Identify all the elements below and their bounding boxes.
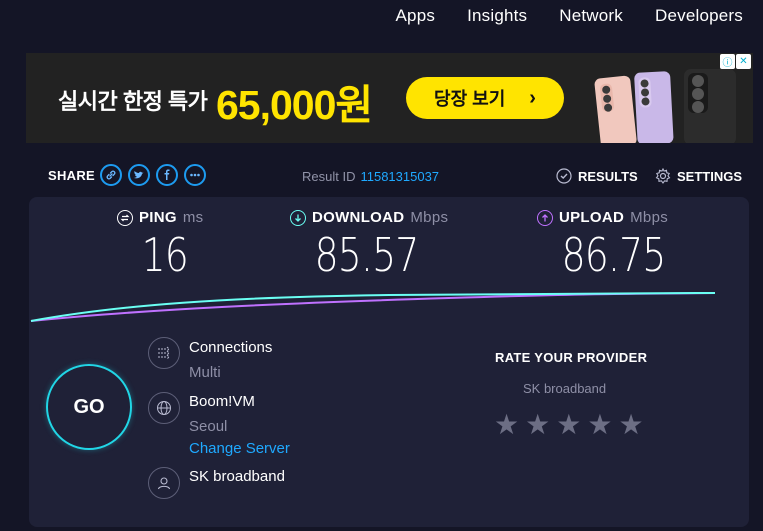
speedtest-page: Apps Insights Network Developers 실시간 한정 … bbox=[0, 0, 763, 531]
facebook-icon[interactable] bbox=[156, 164, 178, 186]
globe-icon bbox=[148, 392, 180, 424]
chevron-right-icon: › bbox=[529, 86, 536, 109]
rate-provider-name: SK broadband bbox=[523, 381, 607, 396]
speed-graph bbox=[30, 292, 716, 322]
nav-network[interactable]: Network bbox=[559, 6, 623, 26]
nav-developers[interactable]: Developers bbox=[655, 6, 743, 26]
rate-provider-title: RATE YOUR PROVIDER bbox=[495, 350, 648, 365]
upload-icon bbox=[537, 209, 553, 226]
ping-value: 16 bbox=[141, 228, 189, 282]
info-icon[interactable]: ⓘ bbox=[720, 54, 735, 69]
download-graph-line bbox=[30, 292, 716, 322]
check-circle-icon bbox=[556, 168, 572, 184]
server-location: Seoul bbox=[189, 418, 228, 435]
phone-violet bbox=[634, 71, 674, 143]
gear-icon bbox=[655, 168, 671, 184]
phone-black bbox=[684, 69, 736, 143]
phones-image bbox=[594, 69, 736, 143]
upload-metric: UPLOAD Mbps 86.75 bbox=[537, 209, 694, 282]
ping-unit: ms bbox=[182, 209, 204, 226]
ad-cta-label: 당장 보기 bbox=[434, 89, 506, 109]
download-value: 85.57 bbox=[314, 228, 420, 282]
phone-pink bbox=[594, 75, 637, 143]
twitter-icon[interactable] bbox=[128, 164, 150, 186]
star-icon[interactable]: ★ bbox=[587, 411, 612, 439]
settings-button[interactable]: SETTINGS bbox=[655, 168, 742, 184]
top-nav: Apps Insights Network Developers bbox=[396, 0, 744, 32]
star-icon[interactable]: ★ bbox=[525, 411, 550, 439]
go-button[interactable]: GO bbox=[46, 364, 132, 450]
ad-price: 65,000원 bbox=[216, 82, 373, 128]
ping-icon bbox=[117, 209, 133, 226]
result-id-value[interactable]: 11581315037 bbox=[360, 169, 439, 184]
share-label: SHARE bbox=[48, 168, 96, 183]
settings-label: SETTINGS bbox=[677, 168, 743, 184]
ad-banner[interactable]: 실시간 한정 특가 65,000원 당장 보기 › ⓘ ✕ bbox=[26, 53, 753, 143]
user-icon bbox=[148, 467, 180, 499]
star-icon[interactable]: ★ bbox=[494, 411, 519, 439]
ad-info-controls: ⓘ ✕ bbox=[720, 54, 751, 69]
download-label: DOWNLOAD bbox=[312, 209, 405, 226]
connections-mode: Multi bbox=[189, 364, 221, 381]
result-id-label: Result ID bbox=[302, 169, 356, 184]
results-button[interactable]: RESULTS bbox=[556, 168, 638, 184]
upload-unit: Mbps bbox=[630, 209, 669, 226]
results-panel: PING ms 16 DOWNLOAD Mbps 85.57 UPLOAD Mb… bbox=[29, 197, 749, 527]
download-metric: DOWNLOAD Mbps 85.57 bbox=[290, 209, 448, 282]
ad-cta-button[interactable]: 당장 보기 › bbox=[406, 77, 564, 119]
upload-value: 86.75 bbox=[561, 228, 667, 282]
close-icon[interactable]: ✕ bbox=[736, 54, 751, 69]
more-icon[interactable] bbox=[184, 164, 206, 186]
rating-stars: ★ ★ ★ ★ ★ bbox=[494, 411, 644, 439]
provider-name: SK broadband bbox=[189, 468, 285, 485]
share-icons bbox=[100, 164, 206, 186]
connections-title: Connections bbox=[189, 339, 273, 356]
download-icon bbox=[290, 209, 306, 226]
upload-header: UPLOAD Mbps bbox=[537, 209, 694, 226]
ping-header: PING ms bbox=[117, 209, 204, 226]
nav-insights[interactable]: Insights bbox=[467, 6, 527, 26]
change-server-link[interactable]: Change Server bbox=[189, 440, 290, 457]
link-icon[interactable] bbox=[100, 164, 122, 186]
result-id: Result ID 11581315037 bbox=[302, 169, 439, 184]
download-unit: Mbps bbox=[410, 209, 449, 226]
results-label: RESULTS bbox=[578, 168, 638, 184]
nav-apps[interactable]: Apps bbox=[396, 6, 436, 26]
connections-icon bbox=[148, 337, 180, 369]
server-name: Boom!VM bbox=[189, 393, 255, 410]
star-icon[interactable]: ★ bbox=[556, 411, 581, 439]
star-icon[interactable]: ★ bbox=[618, 411, 643, 439]
ping-metric: PING ms 16 bbox=[117, 209, 204, 282]
ping-label: PING bbox=[139, 209, 177, 226]
upload-label: UPLOAD bbox=[559, 209, 625, 226]
share-row: SHARE Result ID 11581315037 RESULTS SETT… bbox=[0, 160, 763, 192]
ad-headline: 실시간 한정 특가 bbox=[58, 89, 208, 114]
download-header: DOWNLOAD Mbps bbox=[290, 209, 448, 226]
